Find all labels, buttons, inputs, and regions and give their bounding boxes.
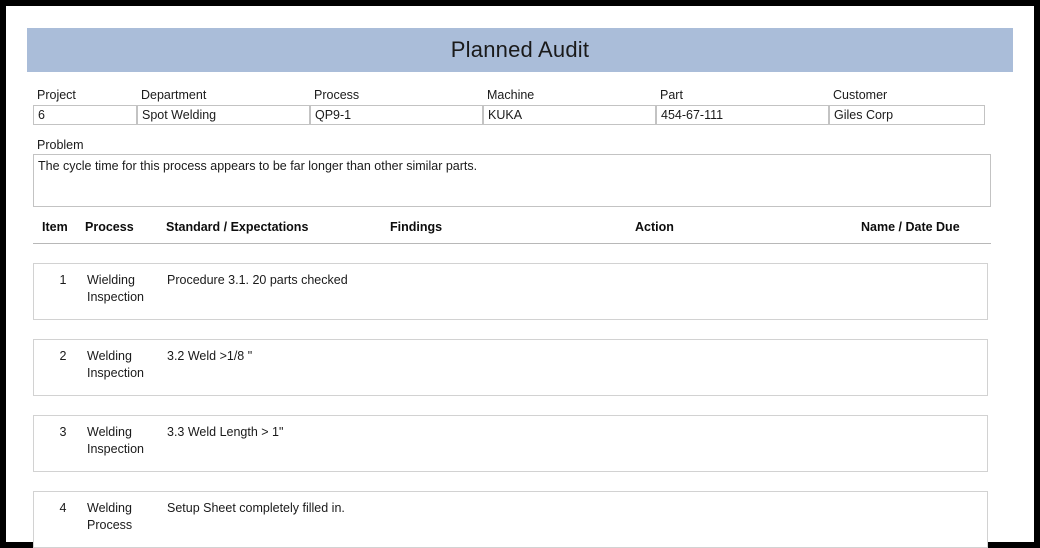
table-row[interactable]: 3 Welding Inspection 3.3 Weld Length > 1… <box>33 415 988 472</box>
cell-process: Welding Inspection <box>87 348 163 382</box>
problem-block: Problem The cycle time for this process … <box>33 137 991 207</box>
document-title-banner: Planned Audit <box>27 28 1013 72</box>
header-fields-strip: Project Department Process Machine Part … <box>33 85 985 131</box>
input-machine[interactable]: KUKA <box>483 105 656 125</box>
label-part: Part <box>656 85 829 105</box>
cell-item: 4 <box>50 500 76 517</box>
column-header-process: Process <box>85 217 134 237</box>
cell-item: 1 <box>50 272 76 289</box>
label-problem: Problem <box>33 137 991 154</box>
table-row[interactable]: 1 Wielding Inspection Procedure 3.1. 20 … <box>33 263 988 320</box>
cell-item: 3 <box>50 424 76 441</box>
cell-standard: 3.2 Weld >1/8 " <box>167 348 382 365</box>
label-machine: Machine <box>483 85 656 105</box>
input-part[interactable]: 454-67-111 <box>656 105 829 125</box>
cell-process: Welding Inspection <box>87 424 163 458</box>
audit-form-page: Planned Audit Project Department Process… <box>6 6 1034 542</box>
label-project: Project <box>33 85 137 105</box>
audit-table: Item Process Standard / Expectations Fin… <box>33 217 991 548</box>
label-department: Department <box>137 85 310 105</box>
cell-item: 2 <box>50 348 76 365</box>
header-field-inputs-row: 6 Spot Welding QP9-1 KUKA 454-67-111 Gil… <box>33 105 985 125</box>
table-row[interactable]: 2 Welding Inspection 3.2 Weld >1/8 " <box>33 339 988 396</box>
cell-process: Wielding Inspection <box>87 272 163 306</box>
cell-standard: Procedure 3.1. 20 parts checked <box>167 272 382 289</box>
header-field-labels-row: Project Department Process Machine Part … <box>33 85 985 105</box>
table-row[interactable]: 4 Welding Process Setup Sheet completely… <box>33 491 988 548</box>
label-process: Process <box>310 85 483 105</box>
input-process[interactable]: QP9-1 <box>310 105 483 125</box>
input-customer[interactable]: Giles Corp <box>829 105 985 125</box>
input-problem-description[interactable]: The cycle time for this process appears … <box>33 154 991 207</box>
cell-standard: Setup Sheet completely filled in. <box>167 500 382 517</box>
column-header-findings: Findings <box>390 217 442 237</box>
column-header-name-date-due: Name / Date Due <box>861 217 960 237</box>
cell-process: Welding Process <box>87 500 163 534</box>
column-header-standard-expectations: Standard / Expectations <box>166 217 308 237</box>
column-header-item: Item <box>42 217 68 237</box>
page-title: Planned Audit <box>451 37 589 63</box>
input-department[interactable]: Spot Welding <box>137 105 310 125</box>
cell-standard: 3.3 Weld Length > 1" <box>167 424 382 441</box>
label-customer: Customer <box>829 85 985 105</box>
column-header-action: Action <box>635 217 674 237</box>
audit-table-header-row: Item Process Standard / Expectations Fin… <box>33 217 991 244</box>
input-project[interactable]: 6 <box>33 105 137 125</box>
